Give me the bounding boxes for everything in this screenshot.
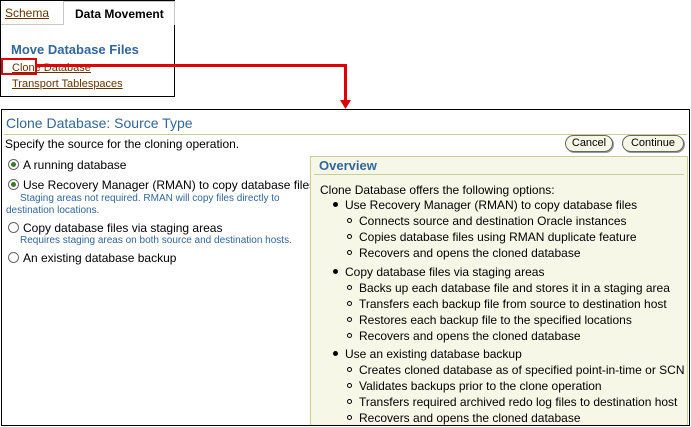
- page-instructions: Specify the source for the cloning opera…: [5, 137, 240, 151]
- overview-item: Validates backups prior to the clone ope…: [347, 379, 602, 393]
- overview-item: Recovers and opens the cloned database: [347, 246, 581, 260]
- bullet-icon: [347, 234, 352, 239]
- continue-button[interactable]: Continue: [622, 135, 684, 152]
- overview-item-text: Recovers and opens the cloned database: [359, 411, 581, 425]
- overview-section-label: Copy database files via staging areas: [345, 265, 545, 279]
- tab-data-movement-label: Data Movement: [75, 7, 164, 21]
- radio-unselected-icon[interactable]: [8, 252, 19, 263]
- option-tip: destination locations.: [6, 205, 100, 216]
- arrow-down-icon: [340, 100, 351, 109]
- tab-divider: [1, 24, 63, 25]
- overview-item-text: Validates backups prior to the clone ope…: [359, 379, 602, 393]
- page-title: Clone Database: Source Type: [6, 115, 193, 131]
- overview-item: Connects source and destination Oracle i…: [347, 214, 627, 228]
- highlight-box: [1, 58, 37, 75]
- section-heading: Move Database Files: [11, 42, 139, 57]
- connector-line-vertical: [344, 64, 347, 102]
- overview-item: Copies database files using RMAN duplica…: [347, 230, 637, 244]
- option-label: Use Recovery Manager (RMAN) to copy data…: [23, 178, 316, 192]
- bullet-icon: [347, 415, 352, 420]
- overview-item-text: Restores each backup file to the specifi…: [359, 313, 632, 327]
- overview-item: Recovers and opens the cloned database: [347, 411, 581, 425]
- bullet-icon: [347, 333, 352, 338]
- overview-section-label: Use Recovery Manager (RMAN) to copy data…: [345, 198, 638, 212]
- bullet-icon: [347, 285, 352, 290]
- bullet-icon: [347, 383, 352, 388]
- option-running-database[interactable]: A running database: [8, 158, 126, 172]
- overview-section: Use Recovery Manager (RMAN) to copy data…: [333, 198, 637, 212]
- option-tip: Requires staging areas on both source an…: [20, 235, 292, 246]
- overview-item: Creates cloned database as of specified …: [347, 363, 685, 377]
- overview-item-text: Recovers and opens the cloned database: [359, 329, 581, 343]
- bullet-icon: [333, 202, 338, 207]
- overview-section-label: Use an existing database backup: [345, 347, 522, 361]
- overview-item-text: Transfers each backup file from source t…: [359, 297, 667, 311]
- navigation-inset: Schema Data Movement Move Database Files…: [0, 0, 175, 97]
- overview-item: Transfers required archived redo log fil…: [347, 395, 677, 409]
- overview-item-text: Backs up each database file and stores i…: [359, 281, 670, 295]
- overview-section: Copy database files via staging areas: [333, 265, 544, 279]
- overview-item-text: Recovers and opens the cloned database: [359, 246, 581, 260]
- tab-schema[interactable]: Schema: [5, 6, 49, 20]
- overview-item: Restores each backup file to the specifi…: [347, 313, 632, 327]
- bullet-icon: [347, 250, 352, 255]
- connector-line-horizontal: [36, 64, 346, 67]
- option-rman-copy[interactable]: Use Recovery Manager (RMAN) to copy data…: [8, 178, 315, 192]
- bullet-icon: [333, 351, 338, 356]
- bullet-icon: [347, 367, 352, 372]
- overview-item: Backs up each database file and stores i…: [347, 281, 670, 295]
- bullet-icon: [347, 317, 352, 322]
- radio-selected-icon[interactable]: [8, 179, 19, 190]
- option-label: A running database: [23, 158, 127, 172]
- transport-tablespaces-link[interactable]: Transport Tablespaces: [12, 78, 123, 90]
- clone-source-page: Clone Database: Source Type Specify the …: [1, 109, 690, 426]
- overview-intro: Clone Database offers the following opti…: [320, 183, 555, 197]
- bullet-icon: [347, 218, 352, 223]
- overview-section: Use an existing database backup: [333, 347, 522, 361]
- bullet-icon: [347, 301, 352, 306]
- option-label: An existing database backup: [23, 251, 177, 265]
- bullet-icon: [347, 399, 352, 404]
- radio-unselected-icon[interactable]: [8, 222, 19, 233]
- option-staging-areas[interactable]: Copy database files via staging areas: [8, 221, 222, 235]
- overview-title: Overview: [319, 158, 377, 173]
- option-existing-backup[interactable]: An existing database backup: [8, 251, 176, 265]
- overview-item: Recovers and opens the cloned database: [347, 329, 581, 343]
- overview-item-text: Connects source and destination Oracle i…: [359, 214, 627, 228]
- radio-selected-icon[interactable]: [8, 159, 19, 170]
- tab-bar: Schema Data Movement: [1, 1, 175, 25]
- overview-item-text: Transfers required archived redo log fil…: [359, 395, 678, 409]
- overview-divider: [314, 174, 684, 175]
- tab-data-movement[interactable]: Data Movement: [63, 1, 175, 25]
- cancel-button[interactable]: Cancel: [565, 135, 613, 152]
- bullet-icon: [333, 269, 338, 274]
- overview-item-text: Creates cloned database as of specified …: [359, 363, 685, 377]
- option-tip: Staging areas not required. RMAN will co…: [20, 193, 280, 204]
- option-label: Copy database files via staging areas: [23, 221, 223, 235]
- overview-panel: Overview Clone Database offers the follo…: [310, 156, 688, 425]
- overview-item: Transfers each backup file from source t…: [347, 297, 667, 311]
- overview-item-text: Copies database files using RMAN duplica…: [359, 230, 637, 244]
